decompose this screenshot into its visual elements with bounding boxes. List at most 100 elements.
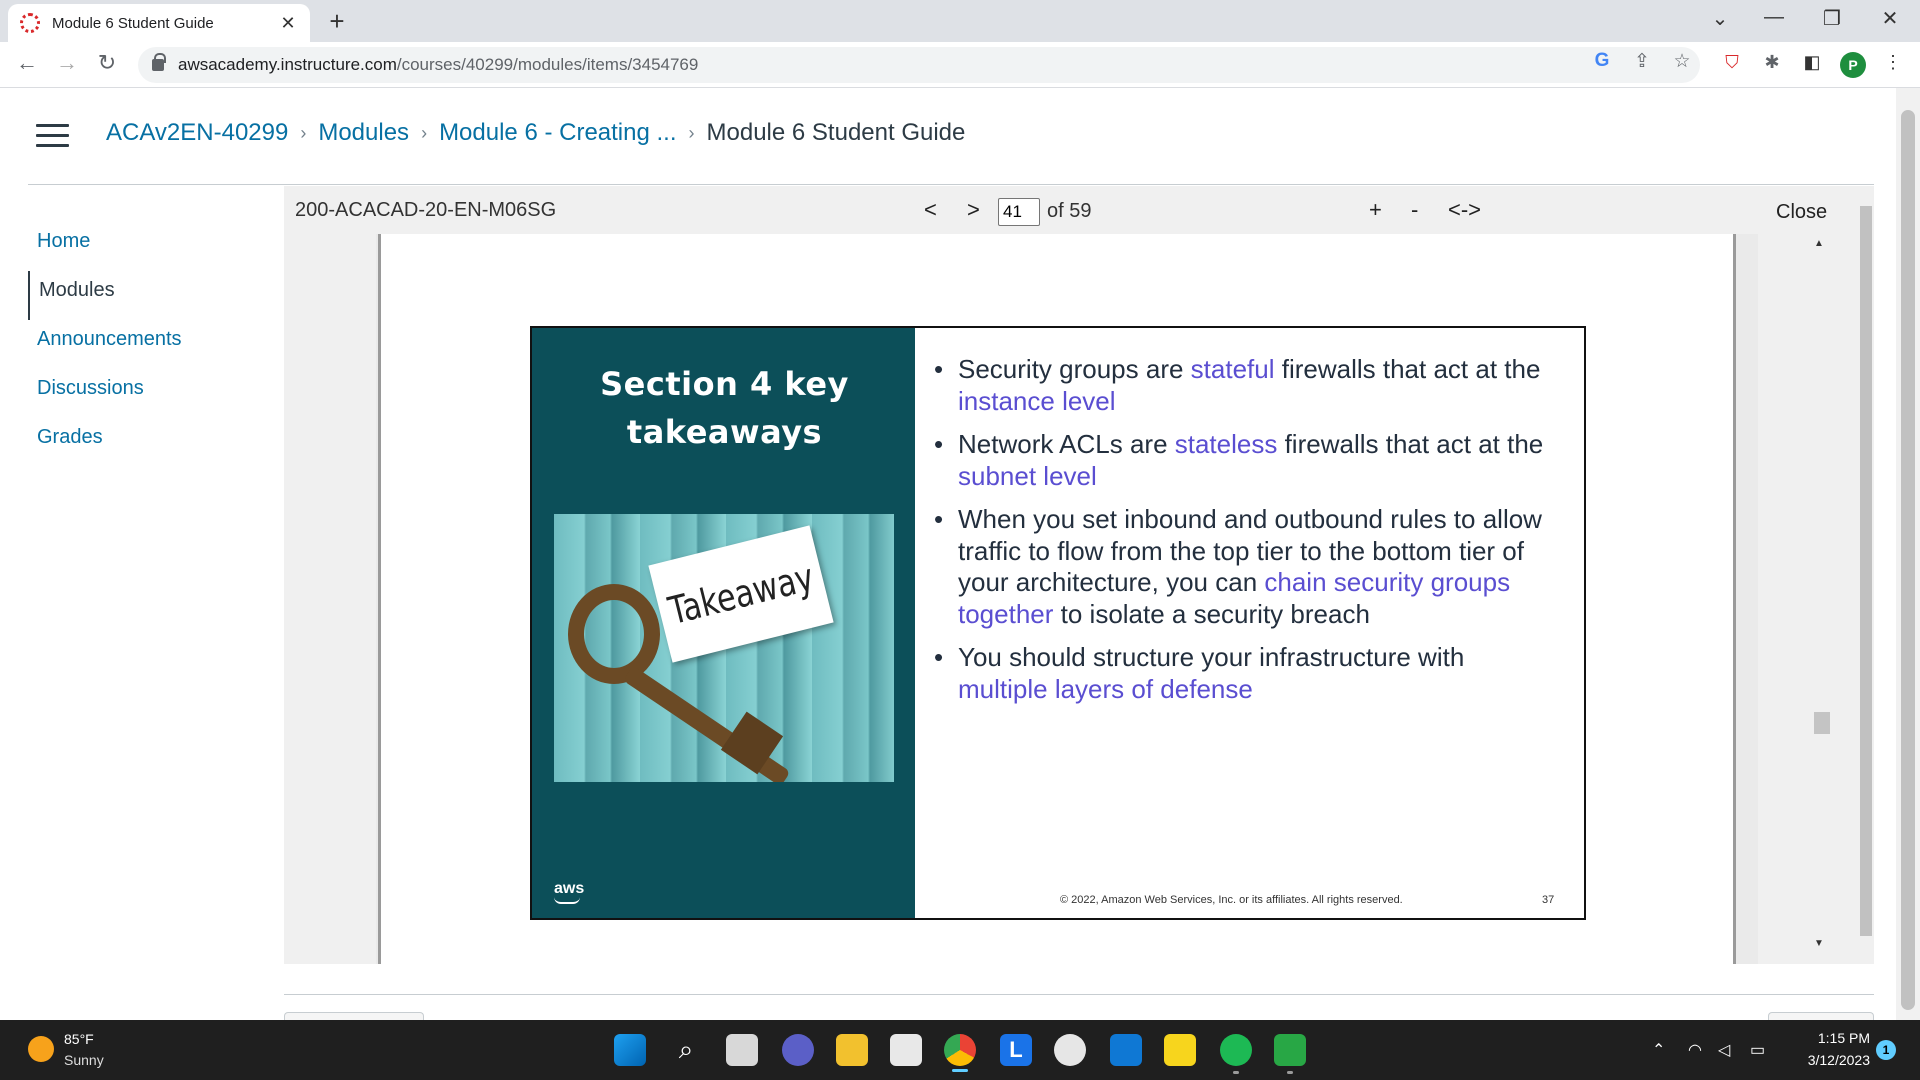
address-bar[interactable]: awsacademy.instructure.com/courses/40299…	[138, 47, 1700, 83]
tab-title: Module 6 Student Guide	[52, 14, 214, 32]
aws-logo: aws	[554, 880, 584, 904]
tab-search-icon[interactable]: ⌄	[1700, 6, 1740, 31]
page-scrollbar-thumb[interactable]	[1901, 110, 1915, 1010]
url-host: awsacademy.instructure.com	[178, 55, 397, 74]
extension-shield-icon[interactable]: ⛉	[1719, 52, 1745, 78]
zoom-out-button[interactable]: -	[1411, 197, 1418, 223]
clock-app-icon[interactable]	[1054, 1034, 1086, 1066]
fit-width-button[interactable]: <->	[1448, 197, 1481, 223]
tray-overflow-icon[interactable]: ⌃	[1652, 1040, 1665, 1060]
download-app-icon[interactable]	[1274, 1034, 1306, 1066]
chrome-icon[interactable]	[944, 1034, 976, 1066]
scroll-down-icon[interactable]: ▼	[1814, 938, 1824, 949]
nav-item-modules[interactable]: Modules	[28, 271, 258, 320]
takeaway-bullet: You should structure your infrastructure…	[934, 642, 1554, 705]
viewer-scrollbar-thumb[interactable]	[1860, 206, 1872, 936]
side-panel-icon[interactable]: ◧	[1799, 52, 1825, 78]
nav-item-home[interactable]: Home	[28, 222, 258, 271]
breadcrumb-modules[interactable]: Modules	[318, 119, 409, 147]
key-ring-icon	[568, 584, 660, 684]
profile-avatar[interactable]: P	[1840, 52, 1866, 78]
page-total: of 59	[1047, 200, 1092, 222]
search-icon[interactable]: ⌕	[670, 1034, 702, 1066]
lockdown-browser-icon[interactable]: L	[1000, 1034, 1032, 1066]
volume-icon[interactable]: ◁	[1718, 1040, 1730, 1060]
browser-toolbar: ← → ↻ awsacademy.instructure.com/courses…	[0, 42, 1920, 88]
viewer-scrollbar[interactable]	[1858, 186, 1874, 964]
teams-chat-icon[interactable]	[782, 1034, 814, 1066]
viewer-toolbar: 200-ACACAD-20-EN-M06SG < > of 59 + - <->…	[284, 186, 1874, 234]
breadcrumb-separator-icon: ›	[300, 122, 307, 143]
breadcrumb-current: Module 6 Student Guide	[706, 119, 966, 146]
breadcrumb-module[interactable]: Module 6 - Creating ...	[439, 119, 676, 147]
url-path: /courses/40299/modules/items/3454769	[396, 55, 699, 74]
takeaway-bullet: Security groups are stateful firewalls t…	[934, 354, 1554, 417]
weather-temperature[interactable]: 85°F	[64, 1031, 94, 1047]
minimize-icon[interactable]: —	[1754, 6, 1794, 29]
nav-item-grades[interactable]: Grades	[28, 418, 258, 467]
spotify-icon[interactable]	[1220, 1034, 1252, 1066]
breadcrumb: ACAv2EN-40299 › Modules › Module 6 - Cre…	[106, 119, 965, 147]
file-explorer-icon[interactable]	[836, 1034, 868, 1066]
close-viewer-button[interactable]: Close	[1776, 201, 1827, 224]
back-arrow-icon[interactable]: ←	[12, 50, 42, 76]
page-number-input[interactable]	[998, 198, 1040, 226]
breadcrumb-separator-icon: ›	[688, 122, 695, 143]
breadcrumb-separator-icon: ›	[421, 122, 428, 143]
window-close-icon[interactable]: ✕	[1870, 6, 1910, 31]
mail-icon[interactable]	[1110, 1034, 1142, 1066]
download-app-running-indicator	[1287, 1071, 1293, 1074]
page-scrollbar[interactable]	[1896, 88, 1920, 1020]
slide-title: Section 4 key takeaways	[600, 365, 849, 451]
menu-kebab-icon[interactable]: ⋮	[1880, 52, 1906, 78]
header-divider	[28, 184, 1874, 185]
browser-tab[interactable]: Module 6 Student Guide ✕	[8, 4, 310, 42]
takeaway-tag-text: Takeaway	[664, 554, 818, 634]
takeaway-bullet: When you set inbound and outbound rules …	[934, 504, 1554, 630]
clock-date[interactable]: 3/12/2023	[1790, 1052, 1870, 1068]
sticky-notes-icon[interactable]	[1164, 1034, 1196, 1066]
slide-number: 37	[1542, 894, 1555, 906]
wifi-icon[interactable]: ◠	[1688, 1040, 1702, 1060]
slide-title-panel: Section 4 key takeaways Takeaway aws	[532, 328, 915, 918]
reload-icon[interactable]: ↻	[92, 50, 122, 76]
share-icon[interactable]: ⇪	[1630, 50, 1654, 73]
chrome-active-indicator	[952, 1069, 968, 1072]
lock-icon[interactable]	[152, 53, 166, 71]
document-scrollbar[interactable]: ▲ ▼	[1810, 238, 1830, 958]
takeaway-key-image: Takeaway	[554, 514, 894, 782]
google-icon[interactable]: G	[1590, 50, 1614, 72]
tab-close-icon[interactable]: ✕	[278, 13, 298, 34]
new-tab-button[interactable]: +	[324, 6, 350, 37]
spotify-running-indicator	[1233, 1071, 1239, 1074]
document-scrollbar-thumb[interactable]	[1814, 712, 1830, 734]
maximize-icon[interactable]: ❐	[1812, 6, 1852, 31]
weather-condition[interactable]: Sunny	[64, 1052, 104, 1068]
next-page-button[interactable]: >	[967, 197, 980, 223]
zoom-in-button[interactable]: +	[1369, 197, 1382, 223]
previous-page-button[interactable]: <	[924, 197, 937, 223]
nav-item-discussions[interactable]: Discussions	[28, 369, 258, 418]
start-windows-icon[interactable]	[614, 1034, 646, 1066]
takeaway-list: Security groups are stateful firewalls t…	[934, 354, 1554, 717]
scroll-up-icon[interactable]: ▲	[1814, 238, 1824, 249]
weather-sun-icon[interactable]	[28, 1036, 54, 1062]
document-name: 200-ACACAD-20-EN-M06SG	[295, 199, 557, 221]
microsoft-store-icon[interactable]	[890, 1034, 922, 1066]
nav-item-announcements[interactable]: Announcements	[28, 320, 258, 369]
browser-tab-strip: Module 6 Student Guide ✕ + ⌄ — ❐ ✕	[0, 0, 1920, 42]
footer-divider	[284, 994, 1874, 995]
notification-badge[interactable]: 1	[1876, 1040, 1896, 1060]
takeaway-tag: Takeaway	[648, 525, 834, 663]
battery-icon[interactable]: ▭	[1750, 1040, 1765, 1060]
extensions-puzzle-icon[interactable]: ✱	[1759, 52, 1785, 78]
bookmark-star-icon[interactable]: ☆	[1670, 50, 1694, 73]
clock-time[interactable]: 1:15 PM	[1798, 1030, 1870, 1046]
breadcrumb-course[interactable]: ACAv2EN-40299	[106, 119, 288, 147]
task-view-icon[interactable]	[726, 1034, 758, 1066]
course-navigation: Home Modules Announcements Discussions G…	[28, 222, 258, 467]
canvas-favicon-icon	[20, 13, 40, 33]
forward-arrow-icon[interactable]: →	[52, 50, 82, 76]
takeaway-bullet: Network ACLs are stateless firewalls tha…	[934, 429, 1554, 492]
hamburger-menu-icon[interactable]	[36, 124, 69, 148]
